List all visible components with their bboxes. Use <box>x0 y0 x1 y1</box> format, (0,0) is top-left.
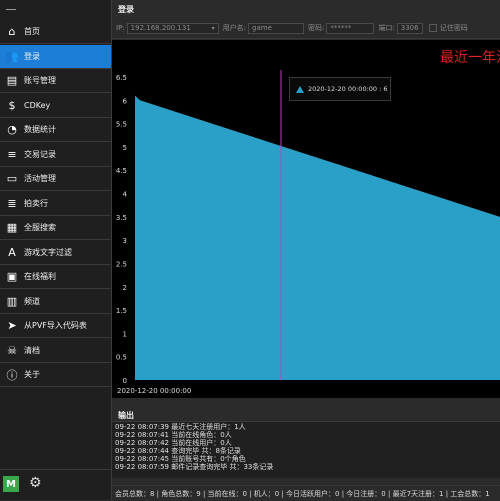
sidebar-item[interactable]: ≡ 交易记录 <box>0 143 111 167</box>
sidebar-item-label: 拍卖行 <box>24 198 48 208</box>
password-label: 密码: <box>308 24 325 32</box>
sidebar-item-label: 游戏文字过滤 <box>24 247 72 257</box>
sidebar-item-label: 在线福利 <box>24 272 56 281</box>
chevron-down-icon: ▾ <box>211 24 215 32</box>
status-text: 会员总数：8 | 角色总数：9 | 当前在线：0 | 机人：0 | 今日活跃用户… <box>115 489 490 498</box>
sidebar-item[interactable]: ⓘ 关于 <box>0 363 111 387</box>
y-tick-label: 4.5 <box>116 167 127 175</box>
ip-select[interactable]: 192.168.200.131 ▾ <box>126 22 219 34</box>
log-line: 09-22 08:07:42 当前在线用户：0人 <box>115 439 232 447</box>
factory-icon: ▥ <box>6 294 18 308</box>
series-area <box>135 95 500 380</box>
login-section-title: 登录 <box>118 5 134 14</box>
username-input[interactable]: game <box>248 22 305 34</box>
sidebar-item-label: 清档 <box>24 345 40 355</box>
y-tick-label: 1.5 <box>116 307 127 315</box>
ticket-icon: ▭ <box>6 172 18 185</box>
sidebar-item-label: 登录 <box>24 51 40 61</box>
log-line: 09-22 08:07:59 邮件记录查询完毕 共：33条记录 <box>115 463 274 471</box>
y-tick-label: 6.5 <box>116 74 127 82</box>
status-bar: 会员总数：8 | 角色总数：9 | 当前在线：0 | 机人：0 | 今日活跃用户… <box>112 485 500 501</box>
y-tick-label: 5.5 <box>116 121 127 129</box>
registration-chart: 最近一年注 00.511.522.533.544.555.566.52020-1… <box>112 40 500 398</box>
log-line: 09-22 08:07:41 当前在线角色：0人 <box>115 431 232 439</box>
sidebar-item-label: 活动管理 <box>24 174 56 183</box>
sidebar-item[interactable]: ➤ 从PVF导入代码表 <box>0 314 111 338</box>
y-tick-label: 6 <box>123 97 128 105</box>
port-input[interactable]: 3306 <box>396 22 423 34</box>
sidebar-item[interactable]: ≣ 拍卖行 <box>0 192 111 216</box>
sidebar-item-label: 数据统计 <box>24 125 56 134</box>
sidebar-footer: M ⚙ <box>0 469 111 500</box>
info-icon: ⓘ <box>6 368 18 382</box>
sidebar-item[interactable]: ☠ 清档 <box>0 339 111 363</box>
series-marker-icon <box>296 85 304 93</box>
sidebar-item[interactable]: 👥 登录 <box>0 44 111 69</box>
sidebar-item[interactable]: ▭ 活动管理 <box>0 167 111 191</box>
login-form: IP: 192.168.200.131 ▾ 用户名: game 密码: ****… <box>112 18 500 38</box>
port-label: 端口: <box>378 24 395 32</box>
database-icon: ≣ <box>7 196 17 210</box>
sidebar-header <box>0 0 111 20</box>
cursor-icon: ➤ <box>7 319 17 332</box>
users-icon: 👥 <box>5 49 19 63</box>
y-tick-label: 2.5 <box>116 260 127 268</box>
output-log[interactable]: 09-22 08:07:39 最近七天注册用户：1人 09-22 08:07:41… <box>112 421 500 478</box>
dollar-icon: $ <box>8 98 16 112</box>
y-tick-label: 0.5 <box>116 354 127 362</box>
sidebar-item[interactable]: ⌂ 首页 <box>0 20 111 44</box>
sidebar-item[interactable]: ▤ 账号管理 <box>0 69 111 93</box>
log-icon: ≡ <box>7 147 17 161</box>
sidebar-item[interactable]: $ CDKey <box>0 94 111 118</box>
username-label: 用户名: <box>222 24 247 32</box>
sidebar-item[interactable]: ▥ 频道 <box>0 290 111 314</box>
log-line: 09-22 08:07:44 查询完毕 共：8条记录 <box>115 447 241 455</box>
gift-box-icon: ▣ <box>6 270 18 283</box>
home-icon: ⌂ <box>8 25 16 38</box>
tooltip-text: 2020-12-20 00:00:00 : 6 <box>308 85 388 93</box>
sidebar-item[interactable]: ▣ 在线福利 <box>0 265 111 289</box>
y-tick-label: 2 <box>123 284 127 292</box>
sidebar: ⌂ 首页 👥 登录 ▤ 账号管理 $ CDKey ◔ 数据统计 ≡ 交易记录 ▭ 活动管理 ≣ 拍卖行 ▦ 全服搜… <box>0 0 112 500</box>
gear-icon[interactable]: ⚙ <box>29 475 42 491</box>
sidebar-item-label: 全服搜索 <box>24 223 56 232</box>
sidebar-item-label: CDKey <box>24 100 51 110</box>
output-title: 输出 <box>118 411 134 420</box>
sidebar-item-label: 账号管理 <box>24 76 56 85</box>
app-logo: M <box>3 476 19 492</box>
sidebar-item[interactable]: A 游戏文字过滤 <box>0 241 111 265</box>
sidebar-item-label: 频道 <box>24 296 40 306</box>
filter-text-icon: A <box>8 245 16 259</box>
y-tick-label: 3.5 <box>116 214 127 222</box>
skull-icon: ☠ <box>7 343 17 357</box>
ip-label: IP: <box>116 24 125 32</box>
y-tick-label: 0 <box>123 377 127 385</box>
sidebar-item[interactable]: ▦ 全服搜索 <box>0 216 111 240</box>
sidebar-item[interactable]: ◔ 数据统计 <box>0 118 111 142</box>
sidebar-item-label: 交易记录 <box>24 149 56 159</box>
remember-label: 记住密码 <box>439 24 468 32</box>
y-tick-label: 1 <box>123 330 127 338</box>
password-input[interactable]: ****** <box>326 22 375 34</box>
sidebar-item-label: 关于 <box>24 370 40 379</box>
id-card-icon: ▤ <box>6 74 18 87</box>
sidebar-item-label: 从PVF导入代码表 <box>24 321 87 330</box>
y-tick-label: 3 <box>123 237 127 245</box>
divider <box>112 38 500 39</box>
chart-tooltip: 2020-12-20 00:00:00 : 6 <box>289 77 391 101</box>
log-line: 09-22 08:07:39 最近七天注册用户：1人 <box>115 423 246 431</box>
server-icon: ▦ <box>6 221 18 234</box>
y-tick-label: 5 <box>123 144 127 152</box>
y-tick-label: 4 <box>123 191 128 199</box>
x-tick-label: 2020-12-20 00:00:00 <box>117 387 191 395</box>
log-line: 09-22 08:07:45 当前账号共有：0个角色 <box>115 455 246 463</box>
main-panel: 登录 IP: 192.168.200.131 ▾ 用户名: game 密码: *… <box>112 0 500 500</box>
remember-checkbox[interactable] <box>428 24 437 32</box>
collapse-icon[interactable] <box>6 9 16 10</box>
sidebar-item-label: 首页 <box>24 27 40 36</box>
dashboard-icon: ◔ <box>7 123 17 136</box>
ip-value: 192.168.200.131 <box>130 24 191 32</box>
